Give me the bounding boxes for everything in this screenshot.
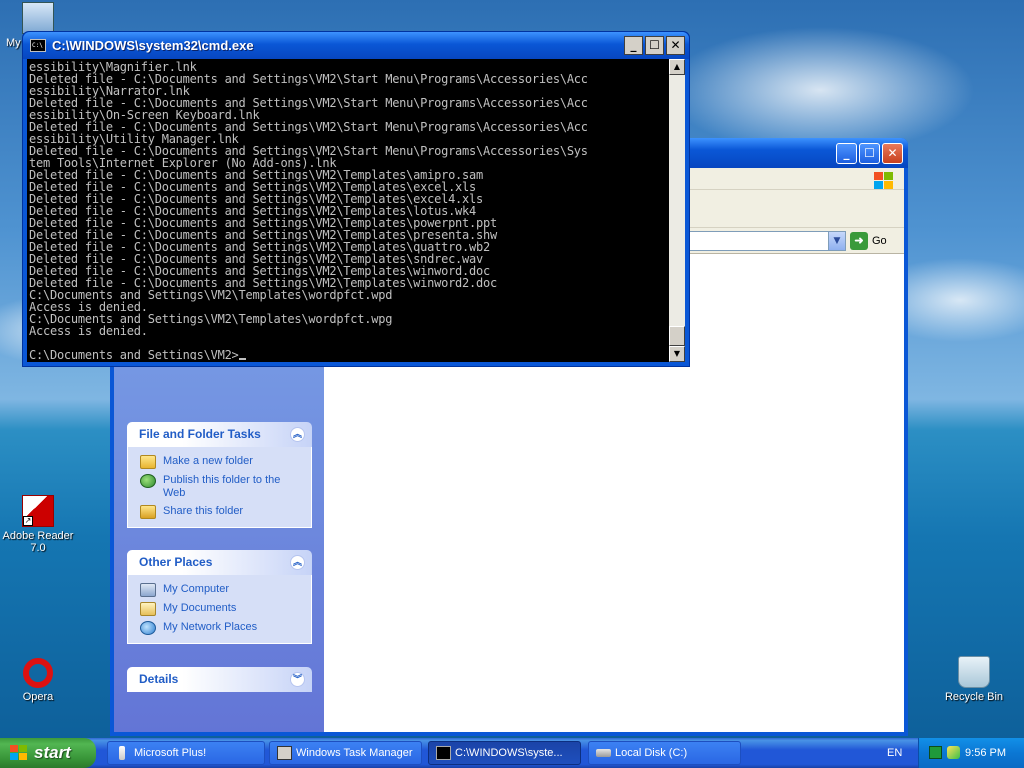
close-button[interactable]: ✕ [666, 36, 685, 55]
panel-header[interactable]: Details ︾ [127, 667, 312, 692]
text-cursor [238, 358, 246, 360]
expand-chevron-icon[interactable]: ︾ [290, 672, 305, 687]
task-publish-folder-web[interactable]: Publish this folder to the Web [140, 474, 301, 500]
my-computer-icon [140, 583, 156, 597]
desktop-icon-label: Opera [22, 691, 54, 703]
microsoft-plus-icon [119, 746, 125, 760]
tray-volume-icon[interactable] [947, 746, 960, 759]
cmd-console[interactable]: essibility\Magnifier.lnk Deleted file - C… [27, 59, 685, 362]
shortcut-arrow-icon: ↗ [23, 516, 33, 526]
desktop-icon-label: Adobe Reader 7.0 [2, 530, 74, 554]
network-places-icon [140, 621, 156, 635]
panel-header[interactable]: File and Folder Tasks ︽ [127, 422, 312, 447]
minimize-button[interactable]: _ [624, 36, 643, 55]
console-line: Access is denied. [29, 324, 148, 338]
task-manager-icon [277, 746, 292, 760]
start-button[interactable]: start [0, 738, 96, 768]
share-folder-icon [140, 505, 156, 519]
cmd-icon: C:\ [30, 39, 46, 52]
panel-header[interactable]: Other Places ︽ [127, 550, 312, 575]
cmd-window: C:\ C:\WINDOWS\system32\cmd.exe _ ☐ ✕ es… [22, 31, 690, 367]
my-computer-icon [22, 2, 54, 34]
cmd-icon [436, 746, 451, 760]
taskbar-button-cmd[interactable]: C:\WINDOWS\syste... [428, 741, 581, 765]
scroll-up-button[interactable]: ▲ [669, 59, 685, 75]
cmd-caption-buttons: _ ☐ ✕ [624, 36, 685, 55]
place-label: My Computer [163, 583, 230, 595]
close-button[interactable]: ✕ [882, 143, 903, 164]
windows-logo-icon [10, 745, 27, 761]
taskbar-button-label: Microsoft Plus! [134, 747, 207, 759]
panel-body: Make a new folder Publish this folder to… [127, 447, 312, 528]
taskbar-button-microsoft-plus[interactable]: Microsoft Plus! [107, 741, 265, 765]
taskbar-button-label: C:\WINDOWS\syste... [455, 747, 563, 759]
task-share-folder[interactable]: Share this folder [140, 505, 301, 519]
desktop-icon-label: Recycle Bin [944, 691, 1004, 703]
taskbar-button-label: Local Disk (C:) [615, 747, 688, 759]
start-label: start [34, 743, 71, 762]
scroll-thumb[interactable] [669, 326, 685, 346]
taskbar-button-local-disk[interactable]: Local Disk (C:) [588, 741, 741, 765]
place-my-network-places[interactable]: My Network Places [140, 621, 301, 635]
recycle-bin-icon [958, 656, 990, 688]
desktop-icon-recycle-bin[interactable]: Recycle Bin [936, 656, 1012, 703]
cmd-titlebar[interactable]: C:\ C:\WINDOWS\system32\cmd.exe _ ☐ ✕ [23, 32, 689, 59]
go-button[interactable]: ➜ Go [850, 231, 900, 251]
opera-icon [23, 658, 53, 688]
task-make-new-folder[interactable]: Make a new folder [140, 455, 301, 469]
console-output: essibility\Magnifier.lnk Deleted file - C… [29, 61, 667, 360]
taskbar: start Microsoft Plus! Windows Task Manag… [0, 738, 1024, 768]
collapse-chevron-icon[interactable]: ︽ [290, 555, 305, 570]
place-my-documents[interactable]: My Documents [140, 602, 301, 616]
adobe-reader-icon: ↗ [22, 495, 54, 527]
system-tray: 9:56 PM [918, 738, 1024, 768]
new-folder-icon [140, 455, 156, 469]
place-label: My Network Places [163, 621, 258, 633]
panel-title: Details [139, 672, 179, 686]
clock[interactable]: 9:56 PM [965, 738, 1006, 768]
panel-title: Other Places [139, 555, 213, 569]
console-prompt: C:\Documents and Settings\VM2> [29, 349, 667, 360]
windows-flag-icon [874, 172, 894, 190]
go-arrow-icon: ➜ [850, 232, 868, 251]
language-indicator[interactable]: EN [887, 738, 902, 768]
desktop-icon-adobe-reader[interactable]: ↗ Adobe Reader 7.0 [0, 495, 76, 554]
place-my-computer[interactable]: My Computer [140, 583, 301, 597]
scroll-down-button[interactable]: ▼ [669, 346, 685, 362]
details-panel: Details ︾ [127, 667, 312, 692]
minimize-button[interactable]: _ [836, 143, 857, 164]
taskbar-button-label: Windows Task Manager [296, 747, 413, 759]
desktop-icon-opera[interactable]: Opera [0, 658, 76, 703]
vertical-scrollbar[interactable]: ▲ ▼ [669, 59, 685, 362]
file-folder-tasks-panel: File and Folder Tasks ︽ Make a new folde… [127, 422, 312, 528]
taskbar-button-task-manager[interactable]: Windows Task Manager [269, 741, 422, 765]
task-label: Make a new folder [163, 455, 253, 467]
prompt-text: C:\Documents and Settings\VM2> [29, 348, 239, 360]
place-label: My Documents [163, 602, 237, 614]
task-label: Share this folder [163, 505, 244, 517]
publish-web-icon [140, 474, 156, 488]
my-documents-icon [140, 602, 156, 616]
cmd-title: C:\WINDOWS\system32\cmd.exe [52, 38, 254, 53]
maximize-button[interactable]: ☐ [645, 36, 664, 55]
collapse-chevron-icon[interactable]: ︽ [290, 427, 305, 442]
task-label: Publish this folder to the Web [163, 474, 281, 499]
panel-body: My Computer My Documents My Network Plac… [127, 575, 312, 644]
other-places-panel: Other Places ︽ My Computer My Documents … [127, 550, 312, 644]
local-disk-icon [596, 749, 611, 757]
go-label: Go [872, 235, 887, 247]
explorer-caption-buttons: _ ☐ ✕ [836, 143, 903, 164]
maximize-button[interactable]: ☐ [859, 143, 880, 164]
panel-title: File and Folder Tasks [139, 427, 261, 441]
tray-network-icon[interactable] [929, 746, 942, 759]
chevron-down-icon[interactable]: ▼ [828, 232, 845, 250]
